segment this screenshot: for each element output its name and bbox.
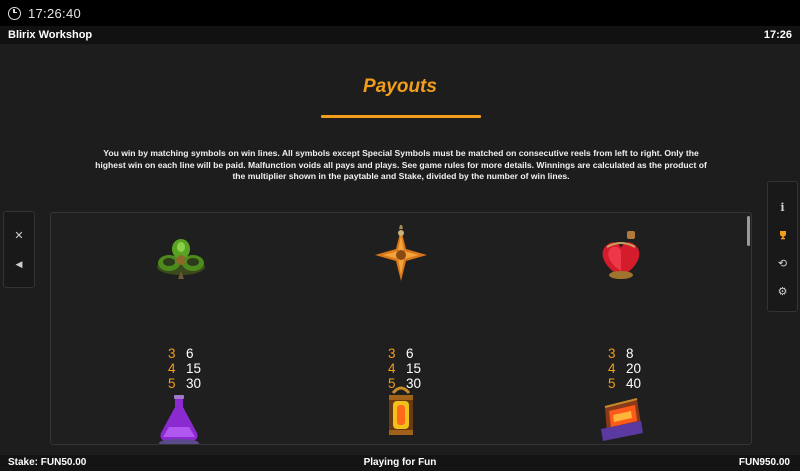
title-time: 17:26 <box>763 29 792 41</box>
footer-bar: Stake: FUN50.00 Playing for Fun FUN950.0… <box>0 455 800 471</box>
balance-display: FUN950.00 <box>738 457 790 468</box>
green-clover-gadget-icon <box>157 239 205 279</box>
history-button[interactable]: ⟲ <box>768 252 797 274</box>
paytable-screen: Payouts You win by matching symbols on w… <box>0 44 800 455</box>
status-bar: 17:26:40 <box>0 0 800 26</box>
paytable-panel[interactable]: 36 4 15 5 30 36 4 15 5 30 38 4 20 5 40 <box>50 212 752 445</box>
sound-button[interactable]: ◀ <box>4 253 34 275</box>
scrollbar[interactable] <box>745 213 751 444</box>
trophy-icon <box>779 231 786 240</box>
history-icon: ⟲ <box>777 257 788 270</box>
lantern-icon <box>389 386 413 435</box>
red-heart-potion-icon <box>602 231 640 279</box>
settings-icon: ⚙ <box>777 285 788 298</box>
clock-icon <box>8 6 21 20</box>
treasure-chest-icon <box>601 398 643 441</box>
paytable-entry-1: 36 4 15 5 30 <box>168 346 202 391</box>
info-button[interactable]: i <box>768 196 797 218</box>
title-bar: Blirix Workshop 17:26 <box>0 26 800 44</box>
title-underline <box>321 115 481 118</box>
play-mode: Playing for Fun <box>363 457 437 468</box>
info-icon: i <box>780 200 785 214</box>
left-side-menu: ✕ ◀ <box>3 211 35 288</box>
status-time: 17:26:40 <box>28 5 82 21</box>
settings-button[interactable]: ⚙ <box>768 280 797 302</box>
scrollbar-thumb[interactable] <box>747 216 750 246</box>
purple-flask-icon <box>159 395 199 444</box>
right-side-menu: i ⟲ ⚙ <box>767 181 798 312</box>
paytable-intro-text: You win by matching symbols on win lines… <box>95 148 707 181</box>
sound-icon: ◀ <box>15 258 23 269</box>
close-icon: ✕ <box>14 229 24 242</box>
close-button[interactable]: ✕ <box>4 224 34 246</box>
orange-star-gadget-icon <box>375 225 427 281</box>
page-title: Payouts <box>363 76 437 97</box>
paytable-button[interactable] <box>768 224 797 246</box>
game-title: Blirix Workshop <box>8 29 93 41</box>
